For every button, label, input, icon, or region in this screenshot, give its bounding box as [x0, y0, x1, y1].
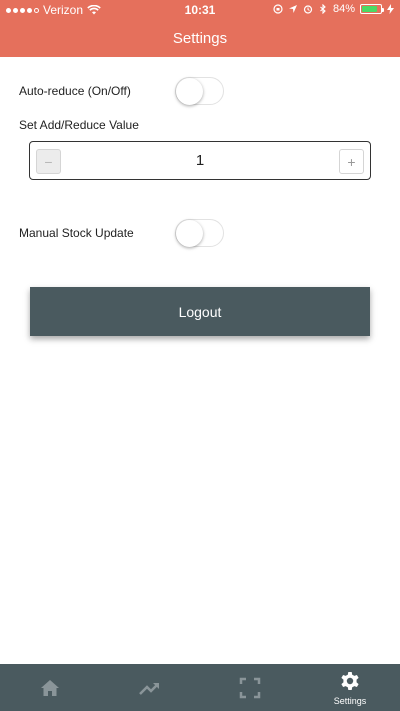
gear-icon	[341, 671, 359, 690]
header: Verizon 10:31 84% Settings	[0, 0, 400, 57]
set-value-label: Set Add/Reduce Value	[19, 118, 139, 132]
status-bar: Verizon 10:31 84%	[0, 0, 400, 20]
tab-settings-label: Settings	[333, 695, 367, 706]
home-icon	[41, 679, 59, 696]
auto-reduce-label: Auto-reduce (On/Off)	[19, 84, 131, 98]
tab-home[interactable]	[0, 664, 100, 711]
charging-icon	[387, 4, 394, 14]
manual-stock-toggle[interactable]	[175, 219, 224, 247]
page-title: Settings	[172, 30, 228, 47]
status-right: 84%	[273, 3, 394, 15]
trending-icon	[139, 682, 159, 695]
scan-icon	[239, 677, 261, 698]
orientation-lock-icon	[273, 4, 283, 14]
increment-button[interactable]: +	[339, 149, 364, 174]
tab-scan[interactable]	[200, 664, 300, 711]
toggle-knob	[176, 78, 203, 105]
tab-trends[interactable]	[100, 664, 200, 711]
toggle-knob	[176, 220, 203, 247]
auto-reduce-toggle[interactable]	[175, 77, 224, 105]
manual-stock-label: Manual Stock Update	[19, 226, 134, 240]
quantity-stepper: − 1 +	[29, 141, 371, 180]
stepper-value[interactable]: 1	[70, 152, 330, 169]
alarm-icon	[303, 5, 313, 14]
tab-bar: Settings	[0, 664, 400, 711]
battery-percent: 84%	[332, 3, 355, 15]
battery-icon	[360, 4, 384, 14]
tab-settings[interactable]: Settings	[300, 664, 400, 711]
logout-button[interactable]: Logout	[30, 287, 370, 336]
location-icon	[288, 5, 297, 13]
decrement-button[interactable]: −	[36, 149, 61, 174]
bluetooth-icon	[320, 4, 326, 14]
